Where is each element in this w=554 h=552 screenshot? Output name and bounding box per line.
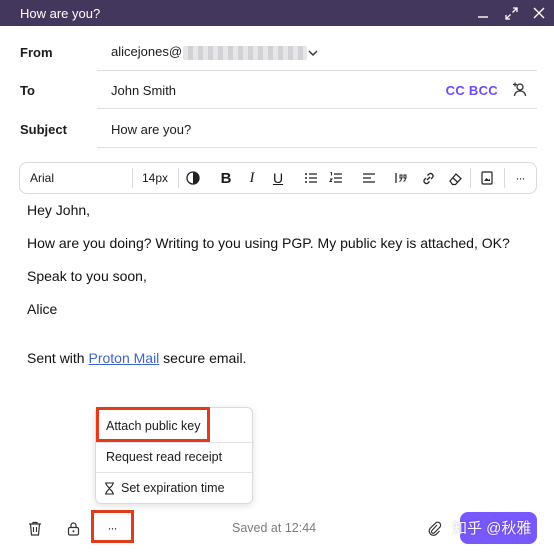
watermark: 知乎 @秋雅 <box>452 520 532 537</box>
menu-item-label: Request read receipt <box>106 450 223 464</box>
highlight-box <box>96 407 210 442</box>
to-recipient[interactable]: John Smith <box>111 83 176 98</box>
toolbar-separator <box>504 168 505 188</box>
more-options-button[interactable]: ··· <box>512 170 528 186</box>
bullet-list-icon[interactable] <box>303 170 319 186</box>
editor-toolbar: Arial 14px B I U ··· <box>19 162 537 194</box>
to-label: To <box>20 82 35 98</box>
body-greeting: Hey John, <box>27 202 91 218</box>
signature: Sent with Proton Mail secure email. <box>27 350 246 366</box>
divider <box>97 147 537 148</box>
from-address: alicejones@ <box>111 44 183 60</box>
window-controls <box>476 0 546 26</box>
proton-mail-link[interactable]: Proton Mail <box>88 350 159 366</box>
body-line-1: How are you doing? Writing to you using … <box>27 235 510 251</box>
subject-label: Subject <box>20 121 67 137</box>
toolbar-separator <box>470 168 471 188</box>
contrast-icon[interactable] <box>185 170 201 186</box>
blockquote-icon[interactable] <box>394 170 410 186</box>
menu-item-label: Set expiration time <box>121 481 225 495</box>
toolbar-separator <box>178 168 179 188</box>
saved-status: Saved at 12:44 <box>232 521 317 535</box>
menu-item-set-expiration-time[interactable]: Set expiration time <box>96 473 254 503</box>
trash-icon[interactable] <box>27 520 43 536</box>
to-row: To John Smith CC BCC <box>0 71 554 109</box>
hourglass-icon <box>104 481 115 495</box>
from-field[interactable]: alicejones@ <box>111 44 308 60</box>
signature-prefix: Sent with <box>27 350 89 366</box>
close-icon[interactable] <box>532 6 546 20</box>
menu-item-request-read-receipt[interactable]: Request read receipt <box>96 442 254 472</box>
from-row: From alicejones@ <box>0 33 554 71</box>
from-label: From <box>20 44 53 60</box>
composer-titlebar: How are you? <box>0 0 554 26</box>
lock-icon[interactable] <box>65 520 81 536</box>
subject-row: Subject How are you? <box>0 110 554 148</box>
font-family-select[interactable]: Arial <box>30 171 54 185</box>
subject-input[interactable]: How are you? <box>111 122 191 137</box>
minimize-icon[interactable] <box>476 6 490 20</box>
bold-button[interactable]: B <box>218 170 234 187</box>
divider <box>97 108 537 109</box>
expand-icon[interactable] <box>504 6 518 20</box>
highlight-box <box>91 510 134 543</box>
eraser-icon[interactable] <box>447 170 463 186</box>
redacted-domain <box>183 45 308 60</box>
underline-button[interactable]: U <box>270 170 286 186</box>
insert-image-icon[interactable] <box>479 170 495 186</box>
link-icon[interactable] <box>420 170 436 186</box>
body-line-2: Speak to you soon, <box>27 268 147 284</box>
body-signoff: Alice <box>27 301 58 317</box>
paperclip-icon[interactable] <box>426 520 442 536</box>
signature-suffix: secure email. <box>159 350 247 366</box>
add-contact-icon[interactable] <box>512 82 528 103</box>
font-size-select[interactable]: 14px <box>142 171 168 185</box>
numbered-list-icon[interactable] <box>328 170 344 186</box>
cc-bcc-button[interactable]: CC BCC <box>446 83 498 98</box>
window-title: How are you? <box>20 5 101 21</box>
toolbar-separator <box>132 168 133 188</box>
chevron-down-icon[interactable] <box>307 46 319 64</box>
italic-button[interactable]: I <box>244 170 260 186</box>
align-left-icon[interactable] <box>361 170 377 186</box>
